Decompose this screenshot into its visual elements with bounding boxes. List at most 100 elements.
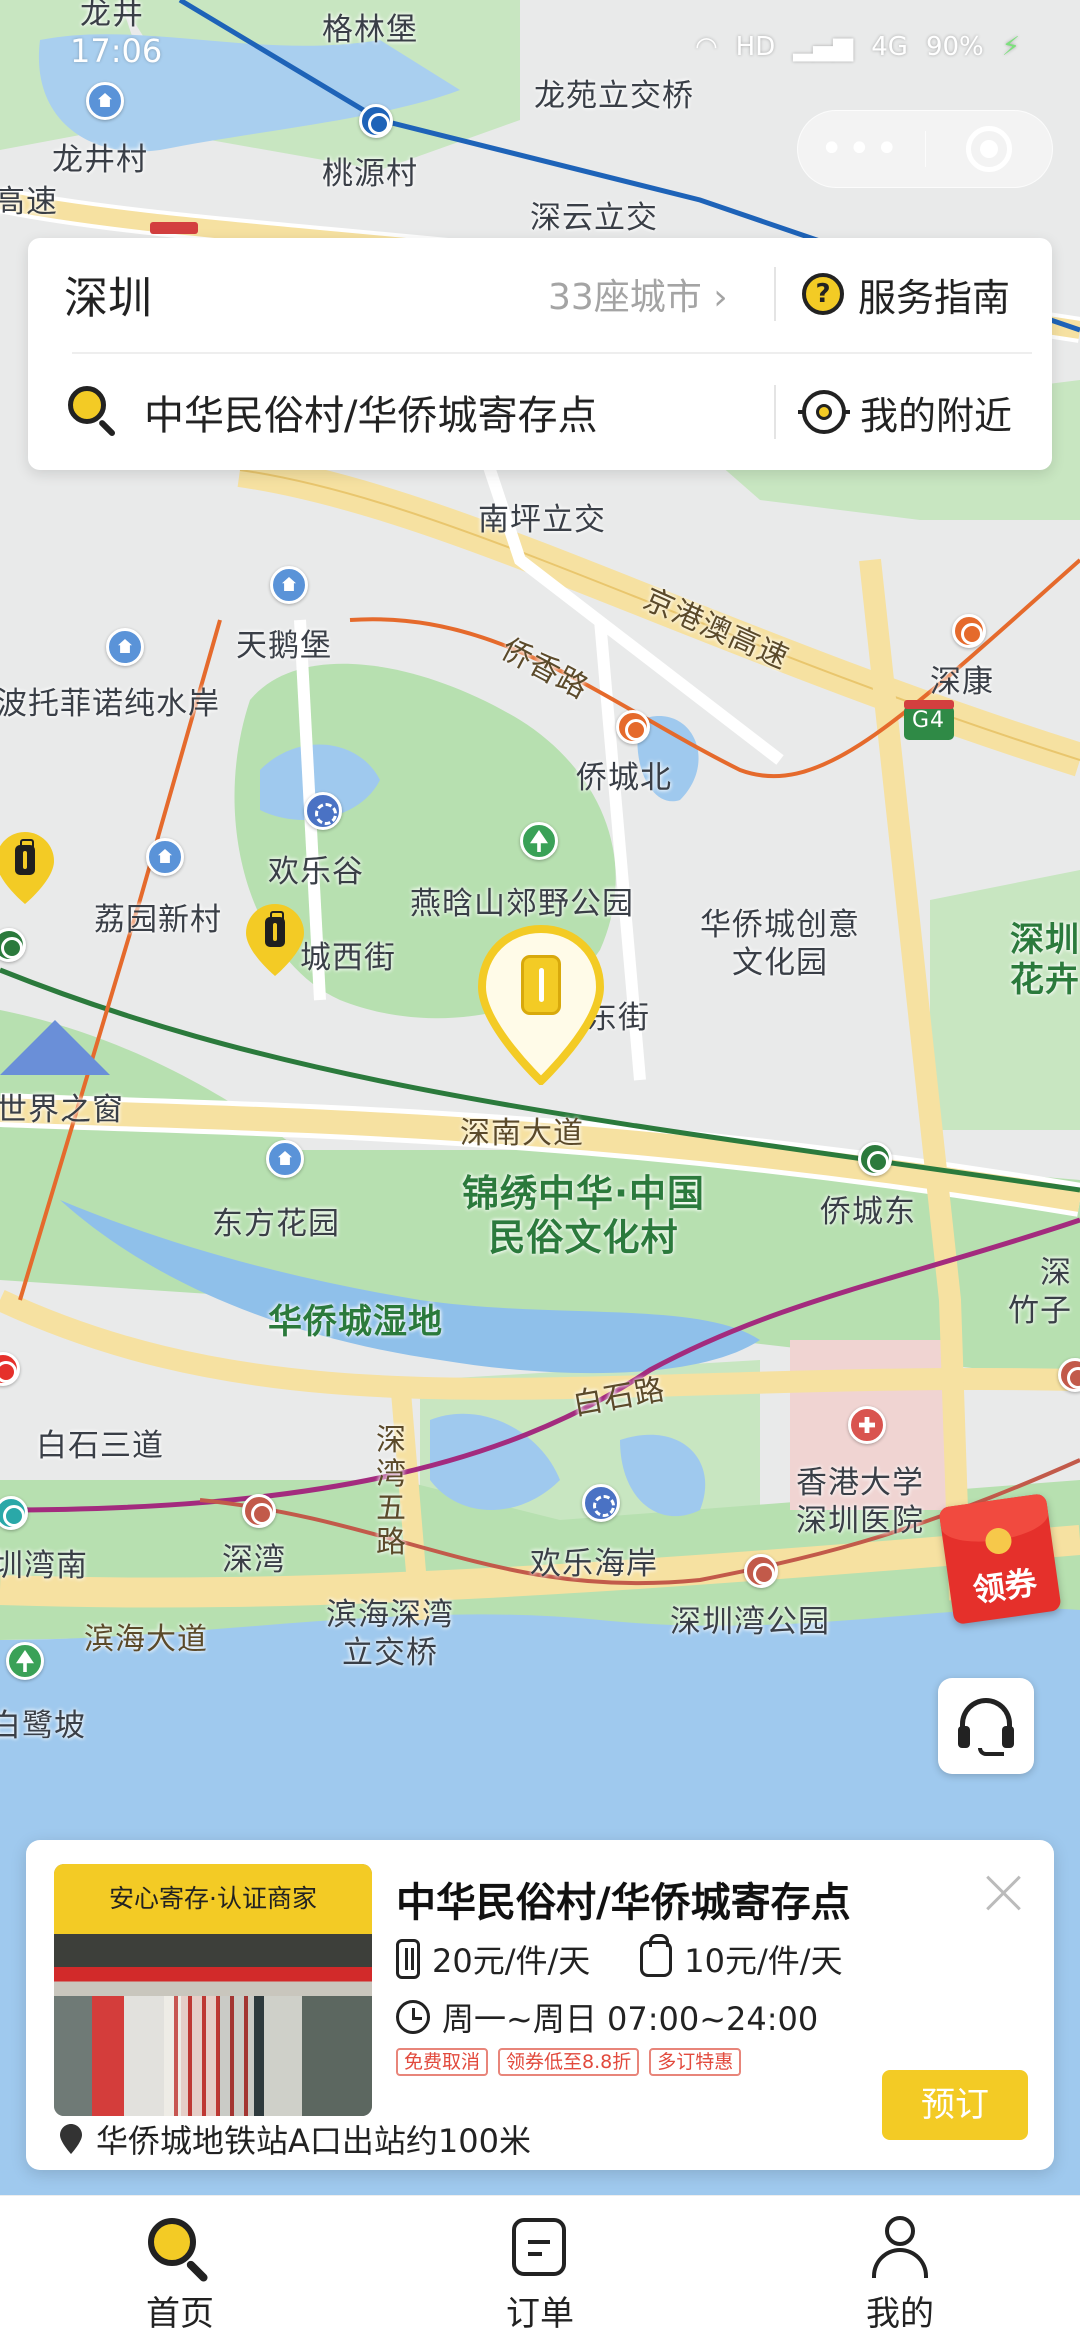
status-time: 17:06 xyxy=(70,32,163,70)
tab-label: 首页 xyxy=(146,2294,214,2334)
storage-marker[interactable] xyxy=(246,904,304,976)
store-address: 华侨城地铁站A口出站约100米 xyxy=(96,2122,531,2160)
order-list-icon xyxy=(512,2218,566,2276)
red-envelope-icon: 领券 xyxy=(938,1493,1062,1625)
promo-tags: 免费取消 领券低至8.8折 多订特惠 xyxy=(396,2048,742,2076)
map-label: 侨城北 xyxy=(576,760,672,796)
charging-icon: ⚡ xyxy=(1001,32,1020,62)
metro-station-icon xyxy=(744,1554,778,1588)
tab-me[interactable]: 我的 xyxy=(720,2196,1080,2340)
amusement-park-icon xyxy=(304,792,342,830)
map-label: 欢乐海岸 xyxy=(530,1546,658,1582)
map-label: 深康 xyxy=(930,664,994,700)
map-label: 深湾 xyxy=(222,1542,286,1578)
city-selector[interactable]: 深圳 xyxy=(64,262,152,326)
map-label: 世界之窗 xyxy=(0,1092,124,1128)
customer-service-button[interactable] xyxy=(938,1678,1034,1774)
service-guide-label: 服务指南 xyxy=(858,275,1011,320)
map-label: 南坪立交 xyxy=(478,502,606,538)
map-label: 白鹭坡 xyxy=(0,1708,86,1744)
map-label: 荔园新村 xyxy=(94,902,222,938)
location-pin-icon xyxy=(60,2124,82,2154)
road-label: 深南大道 xyxy=(460,1116,584,1151)
storefront-image xyxy=(54,1934,372,2116)
city-count-link[interactable]: 33座城市 xyxy=(548,268,728,320)
map-label: 东方花园 xyxy=(212,1206,340,1242)
luggage-price: 20元/件/天 xyxy=(432,1942,591,1980)
map-label: 香港大学 深圳医院 xyxy=(796,1465,924,1539)
search-icon xyxy=(68,386,120,438)
more-menu-button[interactable]: ••• xyxy=(798,129,925,169)
divider xyxy=(774,385,776,439)
house-icon xyxy=(106,628,144,666)
road-label: 深 湾 五 路 xyxy=(376,1423,407,1560)
map-label: 圳湾南 xyxy=(0,1548,88,1584)
luggage-icon xyxy=(265,911,285,947)
map-label: 华侨城创意 文化园 xyxy=(700,907,860,981)
metro-station-icon xyxy=(616,710,650,744)
selected-storage-marker[interactable] xyxy=(478,925,604,1085)
tab-orders[interactable]: 订单 xyxy=(360,2196,720,2340)
close-icon[interactable] xyxy=(982,1870,1024,1912)
close-miniprogram-button[interactable] xyxy=(925,126,1052,172)
house-icon xyxy=(270,566,308,604)
map-label: 锦绣中华·中国 民俗文化村 xyxy=(462,1172,706,1259)
signal-4g-label: 4G xyxy=(871,32,908,62)
signal-icon: ▂▄▆ xyxy=(793,32,854,62)
clock-icon xyxy=(396,2000,430,2034)
promo-tag: 多订特惠 xyxy=(649,2048,742,2076)
book-button[interactable]: 预订 xyxy=(882,2070,1028,2140)
park-icon xyxy=(6,1642,44,1680)
promo-tag: 领券低至8.8折 xyxy=(498,2048,640,2076)
bag-price: 10元/件/天 xyxy=(684,1942,843,1980)
tab-home[interactable]: 首页 xyxy=(0,2196,360,2340)
search-panel: 深圳 33座城市 ? 服务指南 中华民俗村/华侨城寄存点 我的附近 xyxy=(28,238,1052,470)
divider xyxy=(72,352,1032,354)
map-label: 欢乐谷 xyxy=(268,854,364,890)
house-icon xyxy=(146,838,184,876)
nearby-button[interactable]: 我的附近 xyxy=(798,385,1012,440)
metro-station-icon xyxy=(952,614,986,648)
tab-label: 我的 xyxy=(866,2294,934,2334)
coupon-label: 领券 xyxy=(970,1563,1040,1610)
divider xyxy=(774,267,776,321)
coupon-button[interactable]: 领券 xyxy=(938,1493,1066,1625)
map-label: 白石三道 xyxy=(36,1428,164,1464)
luggage-icon xyxy=(521,955,561,1015)
amusement-park-icon xyxy=(582,1484,620,1522)
certified-badge: 安心寄存·认证商家 xyxy=(54,1864,372,1934)
store-card[interactable]: 安心寄存·认证商家 中华民俗村/华侨城寄存点 20元/件/天 10元/件/天 周… xyxy=(26,1840,1054,2170)
help-icon: ? xyxy=(802,273,844,315)
store-name: 中华民俗村/华侨城寄存点 xyxy=(396,1880,851,1926)
service-guide-button[interactable]: ? 服务指南 xyxy=(802,267,1010,322)
map-label: 波托菲诺纯水岸 xyxy=(0,686,220,722)
map-label: 燕晗山郊野公园 xyxy=(410,886,634,922)
backpack-icon xyxy=(640,1934,673,1977)
map-label: 深 竹子 xyxy=(1008,1255,1072,1329)
map-label: 城西街 xyxy=(300,940,396,976)
tab-bar: 首页 订单 我的 xyxy=(0,2195,1080,2340)
tab-label: 订单 xyxy=(506,2294,574,2334)
search-row: 中华民俗村/华侨城寄存点 我的附近 xyxy=(28,356,1052,468)
wifi-icon: ◠ xyxy=(694,32,718,62)
map-label: 龙井村 xyxy=(52,142,148,178)
search-input[interactable]: 中华民俗村/华侨城寄存点 xyxy=(144,383,597,441)
storage-marker[interactable] xyxy=(0,832,54,904)
target-icon xyxy=(965,126,1012,172)
hours-row: 周一~周日 07:00~24:00 xyxy=(396,1994,818,2040)
address-row: 华侨城地铁站A口出站约100米 xyxy=(60,2116,531,2162)
road-label: 滨海大道 xyxy=(84,1622,208,1657)
metro-station-icon xyxy=(242,1494,276,1528)
status-indicators: ◠ HD ▂▄▆ 4G 90% ⚡ xyxy=(695,32,1020,62)
map-label: 滨海深湾 立交桥 xyxy=(326,1597,454,1671)
house-icon xyxy=(266,1140,304,1178)
map-label: 高速 xyxy=(0,184,58,220)
search-icon xyxy=(148,2218,210,2284)
map-label: 深圳湾公园 xyxy=(670,1604,830,1640)
suitcase-icon xyxy=(396,1939,420,1979)
promo-tag: 免费取消 xyxy=(396,2048,489,2076)
map-label: 天鹅堡 xyxy=(236,628,332,664)
user-icon xyxy=(872,2216,928,2278)
network-label: HD xyxy=(735,32,776,62)
map-label: 深圳 花卉 xyxy=(1010,920,1080,1000)
